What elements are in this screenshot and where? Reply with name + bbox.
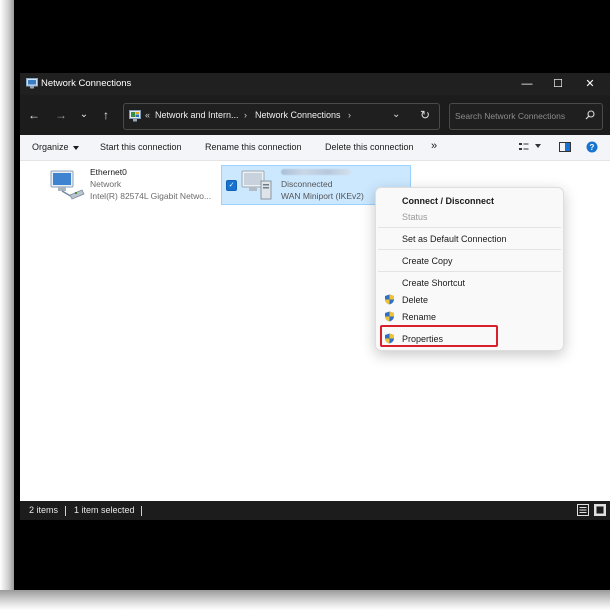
menu-item-set-default[interactable]: Set as Default Connection xyxy=(402,234,507,244)
item-count: 2 items xyxy=(29,505,59,515)
maximize-button[interactable]: ☐ xyxy=(551,77,565,91)
more-commands-button[interactable]: » xyxy=(431,140,437,152)
item-checkbox[interactable]: ✓ xyxy=(226,180,237,191)
redacted-connection-name xyxy=(281,169,351,175)
connection-status: Disconnected xyxy=(281,179,333,189)
up-button[interactable]: ↑ xyxy=(99,108,113,122)
breadcrumb-overflow[interactable]: « xyxy=(145,110,150,120)
command-bar: Organize Start this connection Rename th… xyxy=(20,135,610,161)
breadcrumb-separator-end[interactable]: › xyxy=(348,110,351,120)
selected-count: 1 item selected xyxy=(74,505,135,515)
close-button[interactable]: ✕ xyxy=(583,77,597,91)
search-input[interactable] xyxy=(455,109,573,123)
explorer-window: Network Connections — ☐ ✕ ← → ⌄ ↑ « Netw… xyxy=(20,73,610,520)
search-box[interactable] xyxy=(449,103,603,130)
menu-item-status: Status xyxy=(402,212,428,222)
connection-device: Intel(R) 82574L Gigabit Netwo... xyxy=(90,191,212,201)
help-icon[interactable]: ? xyxy=(586,141,598,153)
details-view-icon[interactable] xyxy=(577,504,589,516)
page-shadow-left xyxy=(0,0,14,610)
address-dropdown-icon[interactable]: ⌄ xyxy=(392,109,400,120)
menu-separator xyxy=(378,271,561,272)
page-shadow-bottom xyxy=(0,590,610,610)
status-divider xyxy=(141,506,142,516)
rename-connection-button[interactable]: Rename this connection xyxy=(205,142,302,152)
connection-type: Network xyxy=(90,179,122,189)
menu-item-connect-disconnect[interactable]: Connect / Disconnect xyxy=(402,196,494,206)
preview-pane-icon[interactable] xyxy=(559,141,571,153)
status-bar: 2 items 1 item selected xyxy=(20,501,610,520)
breadcrumb-network-and-internet[interactable]: Network and Intern... xyxy=(155,110,239,120)
recent-locations-button[interactable]: ⌄ xyxy=(77,108,91,122)
navigation-bar: ← → ⌄ ↑ « Network and Intern... › Networ… xyxy=(20,95,610,135)
network-connections-icon xyxy=(26,78,38,89)
uac-shield-icon xyxy=(385,333,394,344)
connection-item-ethernet0[interactable]: Ethernet0 Network Intel(R) 82574L Gigabi… xyxy=(48,166,218,206)
connection-device: WAN Miniport (IKEv2) xyxy=(281,191,364,201)
window-title: Network Connections xyxy=(41,78,132,89)
change-view-icon[interactable] xyxy=(518,141,530,153)
connection-name: Ethernet0 xyxy=(90,167,127,177)
organize-caret-icon xyxy=(72,145,79,150)
wan-miniport-icon xyxy=(241,170,272,200)
minimize-button[interactable]: — xyxy=(520,77,534,91)
breadcrumb-network-connections[interactable]: Network Connections xyxy=(255,110,341,120)
control-panel-icon xyxy=(129,110,141,122)
large-icons-view-icon[interactable] xyxy=(594,504,606,516)
organize-label: Organize xyxy=(32,142,69,152)
delete-connection-button[interactable]: Delete this connection xyxy=(325,142,414,152)
refresh-icon[interactable]: ↻ xyxy=(420,108,430,122)
status-divider xyxy=(65,506,66,516)
breadcrumb-separator[interactable]: › xyxy=(244,110,247,120)
menu-separator xyxy=(378,227,561,228)
forward-button[interactable]: → xyxy=(54,108,68,122)
network-adapter-icon xyxy=(50,170,85,200)
menu-separator xyxy=(378,249,561,250)
view-options-caret-icon[interactable] xyxy=(535,144,541,148)
context-menu: Connect / Disconnect Status Set as Defau… xyxy=(375,187,564,351)
organize-button[interactable]: Organize xyxy=(32,142,79,152)
menu-item-delete[interactable]: Delete xyxy=(402,295,428,305)
menu-item-rename[interactable]: Rename xyxy=(402,312,436,322)
start-connection-button[interactable]: Start this connection xyxy=(100,142,182,152)
title-bar: Network Connections — ☐ ✕ xyxy=(20,73,610,95)
menu-item-create-copy[interactable]: Create Copy xyxy=(402,256,453,266)
uac-shield-icon xyxy=(385,311,394,322)
svg-text:?: ? xyxy=(590,143,595,152)
menu-item-create-shortcut[interactable]: Create Shortcut xyxy=(402,278,465,288)
menu-item-properties[interactable]: Properties xyxy=(402,334,443,344)
search-icon xyxy=(585,110,595,120)
back-button[interactable]: ← xyxy=(27,108,41,122)
uac-shield-icon xyxy=(385,294,394,305)
address-bar[interactable]: « Network and Intern... › Network Connec… xyxy=(123,103,440,130)
